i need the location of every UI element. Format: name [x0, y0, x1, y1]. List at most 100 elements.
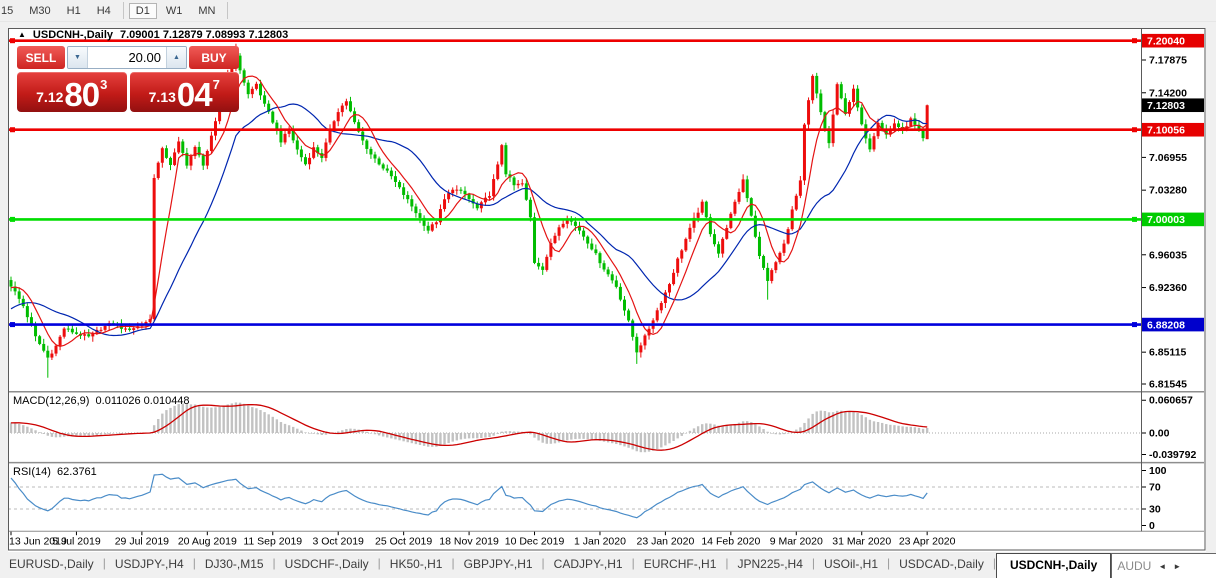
- hline-right-handle[interactable]: [1132, 216, 1137, 222]
- candle-body: [721, 238, 725, 254]
- buy-price-panel[interactable]: 7.13 04 7: [129, 72, 239, 112]
- macd-bar: [320, 433, 324, 435]
- candle-body: [402, 187, 406, 195]
- macd-bar: [840, 410, 843, 433]
- chart-tab-usdjpy-h4[interactable]: USDJPY-,H4: [106, 552, 193, 578]
- sell-price-panel[interactable]: 7.12 80 3: [17, 72, 127, 112]
- candle-body: [177, 141, 181, 153]
- tab-scroll-right-icon[interactable]: ►: [1173, 562, 1181, 571]
- toolbar-separator: [122, 2, 124, 19]
- buy-button[interactable]: BUY: [189, 46, 239, 69]
- candle-body: [852, 88, 856, 103]
- macd-bar: [365, 431, 369, 433]
- candle-body: [74, 332, 78, 334]
- candle-body: [504, 145, 508, 175]
- chart-tab-jpn225-h4[interactable]: JPN225-,H4: [729, 552, 812, 578]
- candle-body: [909, 118, 913, 127]
- candle-body: [725, 227, 729, 239]
- hline-right-handle[interactable]: [1132, 322, 1137, 328]
- hline-left-handle[interactable]: [10, 322, 15, 328]
- macd-bar: [852, 411, 855, 433]
- macd-bar: [247, 405, 250, 433]
- macd-indicator-label: MACD(12,26,9) 0.011026 0.010448: [13, 395, 190, 407]
- macd-bar: [611, 433, 614, 444]
- chart-tab-eurusd-daily[interactable]: EURUSD-,Daily: [0, 552, 103, 578]
- chart-tab-hk50-h1[interactable]: HK50-,H1: [381, 552, 452, 578]
- candle-body: [58, 336, 62, 346]
- candle-body: [741, 179, 745, 192]
- macd-bar: [459, 433, 463, 440]
- timeframe-button-d1[interactable]: D1: [128, 2, 157, 19]
- tab-scroll-left-icon[interactable]: ◄: [1158, 562, 1166, 571]
- macd-bar: [500, 431, 503, 433]
- candle-body: [443, 199, 447, 210]
- macd-bar: [533, 433, 536, 438]
- macd-bar: [230, 403, 234, 433]
- macd-bar: [38, 432, 41, 433]
- hline-left-handle[interactable]: [10, 127, 15, 133]
- chart-tab-usdcad-daily[interactable]: USDCAD-,Daily: [890, 552, 993, 578]
- macd-bar: [725, 425, 728, 433]
- macd-bar: [418, 433, 422, 445]
- macd-bar: [83, 433, 86, 436]
- candle-body: [815, 75, 819, 94]
- candle-body: [680, 250, 684, 259]
- volume-decrease-icon[interactable]: ▼: [68, 47, 88, 68]
- chart-tab-bar: EURUSD-,Daily | USDJPY-,H4 | DJ30-,M15 | USDCH…: [0, 552, 1216, 578]
- candle-body: [631, 320, 635, 337]
- volume-input[interactable]: 20.00: [88, 47, 166, 68]
- macd-bar: [369, 433, 373, 434]
- candle-body: [856, 88, 860, 108]
- candle-body: [169, 157, 173, 165]
- candle-body: [807, 100, 811, 125]
- candle-body: [124, 328, 128, 330]
- candle-body: [533, 217, 537, 263]
- timeframe-button-15[interactable]: 15: [0, 3, 20, 19]
- candle-body: [512, 177, 516, 186]
- macd-bar: [259, 410, 262, 433]
- hline-left-handle[interactable]: [10, 216, 15, 222]
- chart-tab-dj30-m15[interactable]: DJ30-,M15: [196, 552, 273, 578]
- chart-tab-usoil-h1[interactable]: USOil-,H1: [815, 552, 887, 578]
- macd-bar: [177, 404, 180, 433]
- date-axis-label: 25 Oct 2019: [375, 536, 432, 548]
- price-axis-label: 6.96035: [1149, 249, 1187, 261]
- chart-tab-usdcnh-daily[interactable]: USDCNH-,Daily: [995, 553, 1112, 578]
- collapse-icon[interactable]: ▲: [18, 30, 26, 39]
- sell-button[interactable]: SELL: [17, 46, 65, 69]
- macd-bar: [925, 428, 929, 433]
- hline-right-handle[interactable]: [1132, 38, 1137, 44]
- chart-tab-cadjpy-h1[interactable]: CADJPY-,H1: [545, 552, 632, 578]
- macd-bar: [631, 433, 634, 450]
- chart-tab-usdchf-daily[interactable]: USDCHF-,Daily: [276, 552, 378, 578]
- candle-body: [398, 181, 402, 188]
- candle-body: [561, 223, 565, 228]
- chart-tab-gbpjpy-h1[interactable]: GBPJPY-,H1: [455, 552, 542, 578]
- macd-bar: [202, 406, 205, 433]
- candle-body: [271, 111, 275, 123]
- macd-bar: [917, 427, 921, 433]
- candle-body: [295, 140, 299, 150]
- macd-bar: [103, 433, 107, 435]
- timeframe-button-h1[interactable]: H1: [60, 3, 88, 19]
- rsi-label: RSI(14): [13, 466, 51, 478]
- candle-body: [524, 183, 528, 200]
- volume-increase-icon[interactable]: ▲: [166, 47, 186, 68]
- chart-tab-overflow-label[interactable]: AUDU: [1117, 559, 1151, 573]
- candle-body: [500, 145, 504, 165]
- macd-bar: [696, 426, 700, 433]
- timeframe-button-m30[interactable]: M30: [22, 3, 57, 19]
- macd-bar: [766, 431, 769, 433]
- timeframe-button-w1[interactable]: W1: [159, 3, 190, 19]
- candle-body: [696, 212, 700, 218]
- macd-bar: [889, 424, 892, 433]
- timeframe-button-mn[interactable]: MN: [191, 3, 222, 19]
- timeframe-button-h4[interactable]: H4: [90, 3, 118, 19]
- candle-body: [892, 123, 896, 129]
- hline-right-handle[interactable]: [1132, 127, 1137, 133]
- macd-bar: [512, 431, 516, 433]
- chart-tab-eurchf-h1[interactable]: EURCHF-,H1: [635, 552, 726, 578]
- hline-left-handle[interactable]: [10, 38, 15, 44]
- sell-price-small: 7.12: [36, 89, 64, 105]
- sell-price-big: 80: [64, 76, 100, 113]
